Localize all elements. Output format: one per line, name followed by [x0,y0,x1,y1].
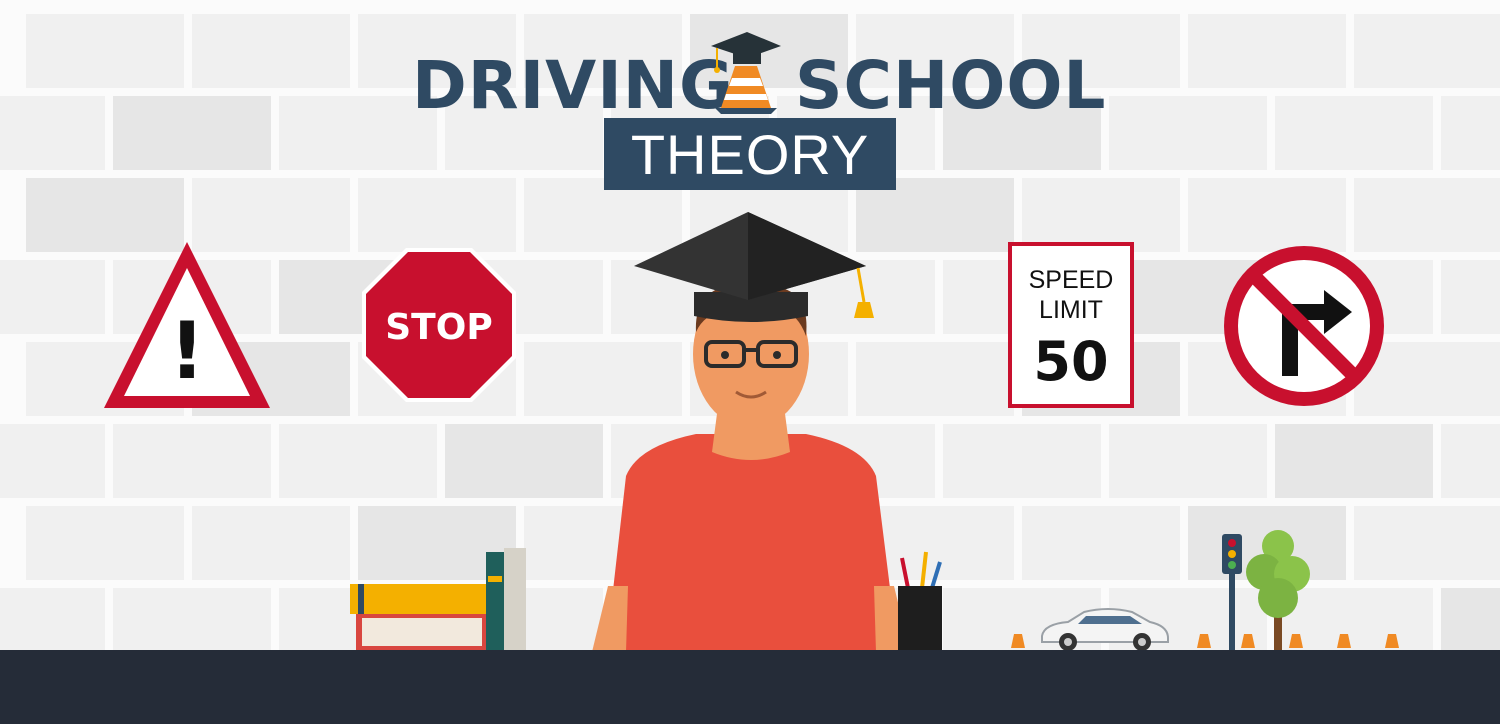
brick [26,506,184,580]
desk [0,650,1500,724]
brick [113,424,271,498]
traffic-cone-icon [1385,634,1399,648]
speed-limit-line1: SPEED [1029,266,1114,294]
traffic-cone-icon [1289,634,1303,648]
traffic-cone-icon [1241,634,1255,648]
stop-sign-text: STOP [385,307,492,348]
brick [1441,424,1500,498]
brick [445,424,603,498]
title-word-school: SCHOOL [795,47,1107,124]
brick [1441,260,1500,334]
brick [358,178,516,252]
graduation-cone-logo-icon [711,32,781,114]
speed-limit-value: 50 [1033,330,1108,393]
brick [1354,178,1500,252]
warning-exclamation: ! [169,307,205,397]
brick [0,424,105,498]
brick [1022,506,1180,580]
brick [1109,424,1267,498]
traffic-cone-icon [1197,634,1211,648]
driving-school-banner: DRIVING SCHOOL THEORY ! STOP SPEED LIMIT… [0,0,1500,724]
no-right-turn-icon [1224,246,1384,406]
brick [279,424,437,498]
warning-triangle-icon: ! [104,242,270,408]
student-shirt [606,434,898,652]
graduation-cap-icon [634,212,874,322]
theory-banner: THEORY [604,118,896,190]
brick [192,506,350,580]
brick [1354,506,1500,580]
books-stack-icon [350,548,526,652]
traffic-cones-row [1011,634,1399,648]
brick [1022,178,1180,252]
title-word-driving: DRIVING [412,47,735,124]
speed-limit-line2: LIMIT [1039,296,1103,324]
pencil-cup-icon [898,551,942,652]
speed-limit-sign-icon: SPEED LIMIT 50 [1008,242,1134,408]
brick [943,424,1101,498]
brick [1275,424,1433,498]
brick [1188,178,1346,252]
traffic-cone-icon [1337,634,1351,648]
brick [0,260,105,334]
student-character [592,212,910,652]
stop-sign-icon: STOP [362,248,516,402]
traffic-cone-icon [1011,634,1025,648]
